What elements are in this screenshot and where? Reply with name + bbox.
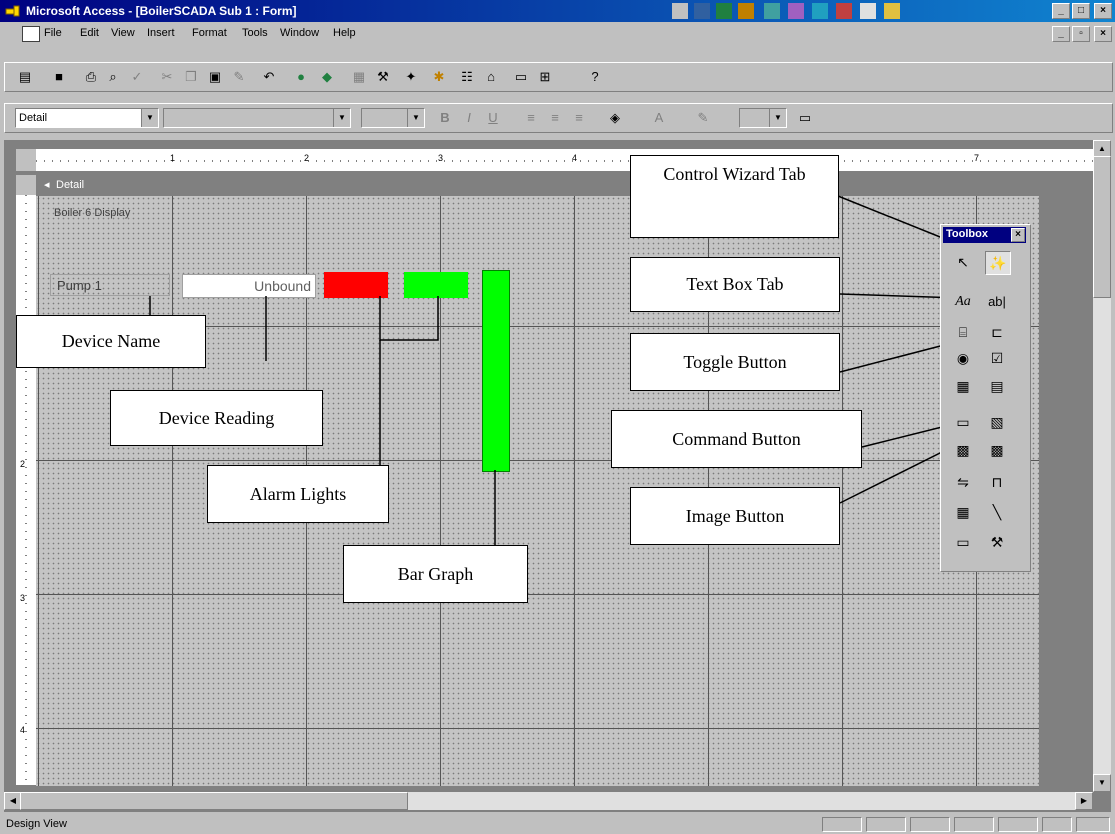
status-text: Design View xyxy=(6,818,67,830)
callout-command-button: Command Button xyxy=(611,410,862,468)
status-panel-5 xyxy=(998,817,1038,832)
scroll-right-button[interactable]: ▶ xyxy=(1075,792,1093,810)
callout-bar-graph-text: Bar Graph xyxy=(397,564,474,584)
text-box-icon[interactable]: ab| xyxy=(985,291,1009,313)
callout-alarm-lights-text: Alarm Lights xyxy=(249,484,347,504)
command-button-icon[interactable]: ▭ xyxy=(951,411,975,433)
vertical-scrollbar[interactable]: ▲ ▼ xyxy=(1093,140,1111,792)
callout-control-wizard: Control Wizard Tab xyxy=(630,155,839,238)
check-box-icon[interactable]: ☑ xyxy=(985,347,1009,369)
combo-box-icon[interactable]: ▦ xyxy=(951,375,975,397)
toolbox-title: Toolbox xyxy=(946,228,988,240)
callout-toggle-button-text: Toggle Button xyxy=(683,352,787,372)
callout-device-reading: Device Reading xyxy=(110,390,323,446)
unbound-object-frame-icon[interactable]: ▩ xyxy=(951,439,975,461)
label-tool-text: Aa xyxy=(955,294,971,309)
control-wizards-icon[interactable]: ✨ xyxy=(985,251,1011,275)
callout-text-box: Text Box Tab xyxy=(630,257,840,312)
list-box-icon[interactable]: ▤ xyxy=(985,375,1009,397)
callout-text-box-text: Text Box Tab xyxy=(686,274,784,294)
callout-bar-graph: Bar Graph xyxy=(343,545,528,603)
callout-alarm-lights: Alarm Lights xyxy=(207,465,389,523)
status-panel-4 xyxy=(954,817,994,832)
option-button-icon[interactable]: ◉ xyxy=(951,347,975,369)
callout-toggle-button: Toggle Button xyxy=(630,333,840,391)
scroll-down-button[interactable]: ▼ xyxy=(1093,774,1111,792)
status-panel-6 xyxy=(1042,817,1072,832)
page-break-icon[interactable]: ⇋ xyxy=(951,471,975,493)
vertical-scroll-thumb[interactable] xyxy=(1093,156,1111,298)
callout-control-wizard-text: Control Wizard Tab xyxy=(663,164,806,184)
horizontal-scrollbar[interactable]: ◀ ▶ xyxy=(4,792,1093,810)
callout-image-button: Image Button xyxy=(630,487,840,545)
subform-icon[interactable]: ▦ xyxy=(951,501,975,523)
option-group-icon[interactable]: ⌸ xyxy=(951,321,975,343)
callout-device-reading-text: Device Reading xyxy=(158,408,275,428)
callout-device-name-text: Device Name xyxy=(61,331,161,351)
text-box-tool-text: ab| xyxy=(988,294,1006,309)
status-panel-7 xyxy=(1076,817,1110,832)
image-icon[interactable]: ▧ xyxy=(985,411,1009,433)
horizontal-scroll-thumb[interactable] xyxy=(20,792,408,810)
line-icon[interactable]: ╲ xyxy=(985,501,1009,523)
toolbox-palette[interactable]: Toolbox × ↖ ✨ Aa ab| ⌸ ⊏ ◉ ☑ ▦ ▤ ▭ ▧ ▩ ▩… xyxy=(940,224,1031,572)
tab-control-icon[interactable]: ⊓ xyxy=(985,471,1009,493)
close-icon[interactable]: × xyxy=(1011,228,1025,242)
callout-command-button-text: Command Button xyxy=(672,429,801,449)
toolbox-title-bar[interactable]: Toolbox × xyxy=(943,227,1026,243)
label-tool-icon[interactable]: Aa xyxy=(951,291,975,313)
more-controls-icon[interactable]: ⚒ xyxy=(985,531,1009,553)
bound-object-frame-icon[interactable]: ▩ xyxy=(985,439,1009,461)
callout-image-button-text: Image Button xyxy=(685,506,785,526)
select-objects-icon[interactable]: ↖ xyxy=(951,251,975,273)
status-panel-2 xyxy=(866,817,906,832)
rectangle-icon[interactable]: ▭ xyxy=(951,531,975,553)
status-bar: Design View xyxy=(0,815,1115,834)
callout-device-name: Device Name xyxy=(16,315,206,368)
toggle-button-icon[interactable]: ⊏ xyxy=(985,321,1009,343)
status-panel-1 xyxy=(822,817,862,832)
status-panel-3 xyxy=(910,817,950,832)
